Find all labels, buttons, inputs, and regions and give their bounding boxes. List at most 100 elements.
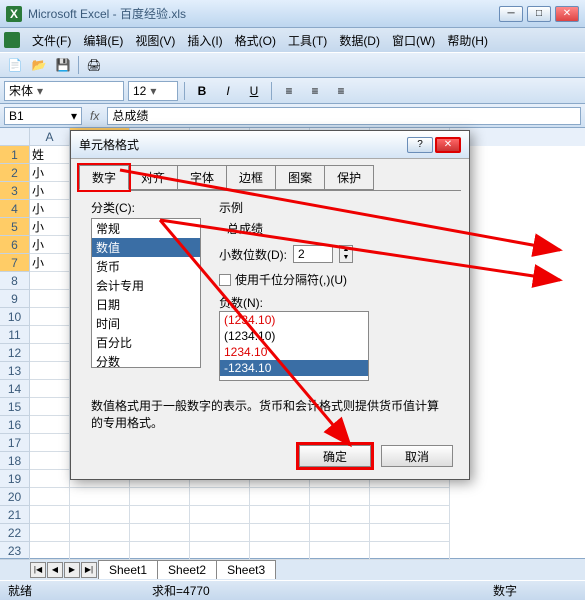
row-header[interactable]: 2 bbox=[0, 164, 30, 182]
dialog-tab[interactable]: 字体 bbox=[177, 165, 227, 190]
cell[interactable] bbox=[190, 488, 250, 506]
row-header[interactable]: 3 bbox=[0, 182, 30, 200]
negative-format-item[interactable]: (1234.10) bbox=[220, 312, 368, 328]
row-header[interactable]: 19 bbox=[0, 470, 30, 488]
column-header[interactable]: A bbox=[30, 128, 70, 146]
menu-item[interactable]: 文件(F) bbox=[26, 30, 77, 51]
underline-button[interactable]: U bbox=[243, 81, 265, 101]
cancel-button[interactable]: 取消 bbox=[381, 445, 453, 467]
cell[interactable] bbox=[30, 344, 70, 362]
row-header[interactable]: 6 bbox=[0, 236, 30, 254]
category-item[interactable]: 会计专用 bbox=[92, 276, 200, 295]
cell[interactable] bbox=[30, 326, 70, 344]
menu-item[interactable]: 格式(O) bbox=[229, 30, 282, 51]
cell[interactable] bbox=[30, 380, 70, 398]
cell[interactable] bbox=[30, 470, 70, 488]
cell[interactable] bbox=[250, 488, 310, 506]
sheet-tab[interactable]: Sheet3 bbox=[216, 560, 276, 579]
maximize-button[interactable]: □ bbox=[527, 6, 551, 22]
align-right-button[interactable]: ≡ bbox=[330, 81, 352, 101]
cell[interactable] bbox=[30, 434, 70, 452]
cell[interactable] bbox=[370, 542, 450, 560]
ok-button[interactable]: 确定 bbox=[299, 445, 371, 467]
cell[interactable] bbox=[130, 488, 190, 506]
cell[interactable]: 小 bbox=[30, 254, 70, 272]
negative-format-item[interactable]: (1234.10) bbox=[220, 328, 368, 344]
cell[interactable] bbox=[370, 506, 450, 524]
menu-item[interactable]: 插入(I) bbox=[181, 30, 228, 51]
tab-nav-first[interactable]: |◀ bbox=[30, 562, 46, 578]
cell[interactable] bbox=[30, 362, 70, 380]
row-header[interactable]: 8 bbox=[0, 272, 30, 290]
cell[interactable] bbox=[70, 488, 130, 506]
category-listbox[interactable]: 常规数值货币会计专用日期时间百分比分数科学记数文本特殊自定义 bbox=[91, 218, 201, 368]
dialog-close-button[interactable]: ✕ bbox=[435, 137, 461, 153]
cell[interactable]: 姓 bbox=[30, 146, 70, 164]
category-item[interactable]: 数值 bbox=[92, 238, 200, 257]
cell[interactable] bbox=[30, 308, 70, 326]
close-button[interactable]: ✕ bbox=[555, 6, 579, 22]
row-header[interactable]: 21 bbox=[0, 506, 30, 524]
cell[interactable] bbox=[130, 542, 190, 560]
cell[interactable] bbox=[30, 416, 70, 434]
menu-item[interactable]: 帮助(H) bbox=[441, 30, 494, 51]
row-header[interactable]: 11 bbox=[0, 326, 30, 344]
dialog-titlebar[interactable]: 单元格格式 ? ✕ bbox=[71, 131, 469, 159]
bold-button[interactable]: B bbox=[191, 81, 213, 101]
cell[interactable] bbox=[250, 506, 310, 524]
row-header[interactable]: 1 bbox=[0, 146, 30, 164]
row-header[interactable]: 17 bbox=[0, 434, 30, 452]
font-name-combo[interactable]: 宋体▾ bbox=[4, 81, 124, 101]
cell[interactable] bbox=[30, 488, 70, 506]
fx-icon[interactable]: fx bbox=[90, 109, 99, 123]
cell[interactable] bbox=[30, 290, 70, 308]
name-box[interactable]: B1 ▾ bbox=[4, 107, 82, 125]
save-button[interactable]: 💾 bbox=[52, 55, 74, 75]
cell[interactable] bbox=[30, 452, 70, 470]
cell[interactable] bbox=[190, 524, 250, 542]
row-header[interactable]: 12 bbox=[0, 344, 30, 362]
negative-listbox[interactable]: (1234.10)(1234.10)1234.10-1234.10 bbox=[219, 311, 369, 381]
dialog-tab[interactable]: 保护 bbox=[324, 165, 374, 190]
cell[interactable] bbox=[30, 542, 70, 560]
tab-nav-next[interactable]: ▶ bbox=[64, 562, 80, 578]
cell[interactable] bbox=[70, 524, 130, 542]
cell[interactable] bbox=[310, 524, 370, 542]
tab-nav-last[interactable]: ▶| bbox=[81, 562, 97, 578]
decimals-spinner[interactable]: ▲ ▼ bbox=[339, 245, 353, 263]
cell[interactable] bbox=[250, 542, 310, 560]
tab-nav-prev[interactable]: ◀ bbox=[47, 562, 63, 578]
cell[interactable] bbox=[70, 542, 130, 560]
row-header[interactable]: 16 bbox=[0, 416, 30, 434]
row-header[interactable]: 14 bbox=[0, 380, 30, 398]
decimals-input[interactable]: 2 bbox=[293, 245, 333, 263]
sheet-tab[interactable]: Sheet2 bbox=[157, 560, 217, 579]
italic-button[interactable]: I bbox=[217, 81, 239, 101]
negative-format-item[interactable]: 1234.10 bbox=[220, 344, 368, 360]
cell[interactable] bbox=[30, 524, 70, 542]
row-header[interactable]: 13 bbox=[0, 362, 30, 380]
row-header[interactable]: 20 bbox=[0, 488, 30, 506]
row-header[interactable]: 15 bbox=[0, 398, 30, 416]
cell[interactable] bbox=[30, 506, 70, 524]
cell[interactable]: 小 bbox=[30, 218, 70, 236]
new-button[interactable]: 📄 bbox=[4, 55, 26, 75]
cell[interactable]: 小 bbox=[30, 164, 70, 182]
cell[interactable]: 小 bbox=[30, 236, 70, 254]
dialog-help-button[interactable]: ? bbox=[407, 137, 433, 153]
cell[interactable] bbox=[250, 524, 310, 542]
row-header[interactable]: 7 bbox=[0, 254, 30, 272]
align-center-button[interactable]: ≡ bbox=[304, 81, 326, 101]
row-header[interactable]: 5 bbox=[0, 218, 30, 236]
cell[interactable] bbox=[310, 506, 370, 524]
cell[interactable] bbox=[190, 506, 250, 524]
formula-input[interactable]: 总成绩 bbox=[107, 107, 581, 125]
menu-item[interactable]: 窗口(W) bbox=[386, 30, 441, 51]
cell[interactable] bbox=[370, 524, 450, 542]
align-left-button[interactable]: ≡ bbox=[278, 81, 300, 101]
menu-item[interactable]: 数据(D) bbox=[333, 30, 386, 51]
dialog-tab[interactable]: 边框 bbox=[226, 165, 276, 190]
cell[interactable]: 小 bbox=[30, 182, 70, 200]
category-item[interactable]: 货币 bbox=[92, 257, 200, 276]
thousands-checkbox[interactable]: 使用千位分隔符(,)(U) bbox=[219, 271, 449, 288]
